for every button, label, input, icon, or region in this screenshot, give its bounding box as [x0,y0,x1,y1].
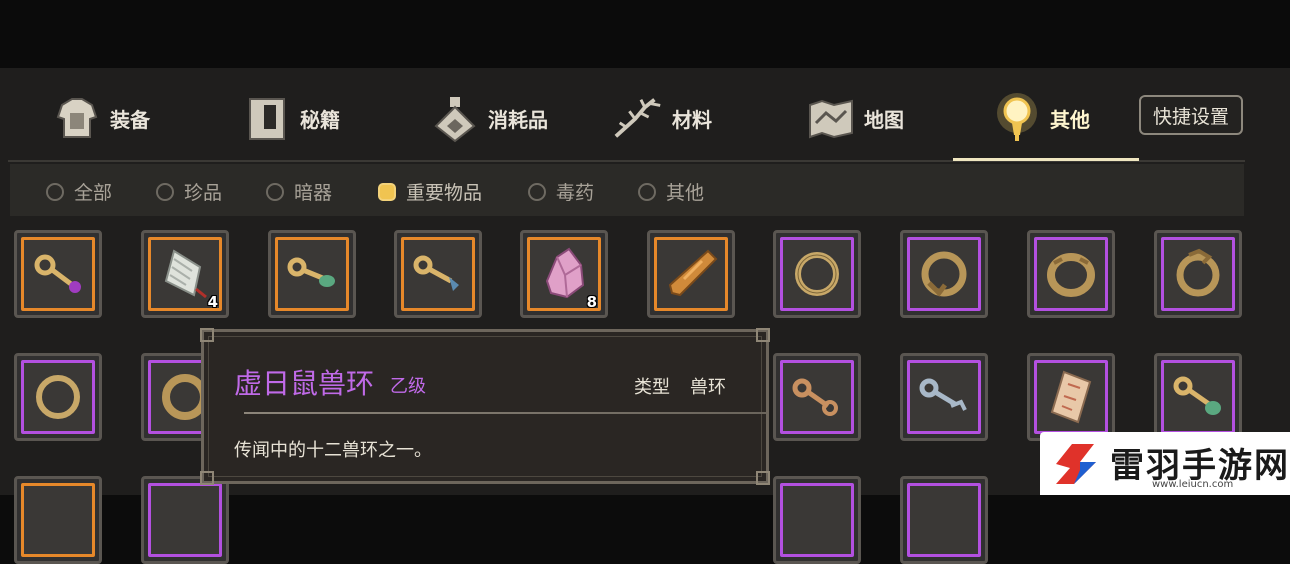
filter-bar: 全部 珍品 暗器 重要物品 毒药 其他 [10,164,1244,216]
key-purple-icon [34,254,81,293]
filter-important-items[interactable]: 重要物品 [378,178,482,205]
wooden-club-icon [668,249,718,297]
item-slot[interactable] [1027,353,1115,441]
item-slot[interactable] [268,230,356,318]
item-slot[interactable] [394,230,482,318]
tooltip-item-grade: 乙级 [390,376,426,397]
herb-icon [612,91,666,145]
item-slot[interactable] [773,230,861,318]
potion-icon [428,91,482,145]
radio-selected-icon [378,182,396,201]
tab-manuals[interactable]: 秘籍 [240,78,340,158]
radio-icon [266,182,284,201]
category-tabs: 装备 秘籍 消耗品 材料 地图 其他 [0,78,1290,160]
tooltip-description: 传闻中的十二兽环之一。 [234,440,432,461]
item-slot[interactable] [773,476,861,564]
ring-dragon-icon [1176,248,1220,297]
item-count: 4 [207,293,218,311]
key-green-icon [287,257,335,287]
item-tooltip: 虚日鼠兽环 乙级 类型 兽环 传闻中的十二兽环之一。 [200,328,770,485]
tooltip-item-name: 虚日鼠兽环 [234,367,375,400]
tab-materials[interactable]: 材料 [612,78,712,158]
filter-hidden-weapons[interactable]: 暗器 [266,178,332,205]
item-count: 8 [586,293,597,311]
tooltip-corner [200,328,214,342]
ring-rat-icon [921,251,967,297]
tab-equipment[interactable]: 装备 [50,78,150,158]
item-slot[interactable] [1154,353,1242,441]
item-slot[interactable] [1154,230,1242,318]
top-bar [0,0,1290,68]
item-slot[interactable] [647,230,735,318]
filter-label: 重要物品 [406,182,483,204]
item-slot[interactable] [900,230,988,318]
filter-treasure[interactable]: 珍品 [156,178,222,205]
armor-icon [50,91,104,145]
tab-label: 其他 [1050,107,1090,132]
filter-label: 珍品 [184,182,223,204]
item-slot[interactable] [14,476,102,564]
item-slot[interactable] [900,476,988,564]
item-slot[interactable] [1027,230,1115,318]
tab-label: 装备 [110,107,150,132]
filter-label: 暗器 [294,182,333,204]
item-slot[interactable] [773,353,861,441]
filter-poisons[interactable]: 毒药 [528,178,594,205]
tooltip-corner [756,328,770,342]
filter-label: 毒药 [556,182,595,204]
key-bronze-icon [792,378,838,416]
tooltip-divider [244,412,766,414]
item-slot[interactable]: 4 [141,230,229,318]
radio-icon [528,182,546,201]
filter-label: 全部 [74,182,113,204]
ring-plain-icon [795,252,839,296]
tab-label: 消耗品 [488,107,548,132]
item-slot[interactable]: 8 [520,230,608,318]
item-slot[interactable] [14,353,102,441]
watermark-url: www.leiucn.com [1152,479,1234,490]
map-icon [804,91,858,145]
tooltip-corner [200,471,214,485]
tab-other[interactable]: 其他 [990,78,1090,158]
radio-icon [46,182,64,201]
tooltip-corner [756,471,770,485]
key-silver-icon [919,378,967,411]
key-blue-icon [413,255,459,291]
filter-label: 其他 [666,182,705,204]
tooltip-type-label: 类型 [634,377,670,398]
tooltip-type-value: 兽环 [690,377,726,398]
radio-icon [638,182,656,201]
key-green-icon [1173,376,1221,415]
tab-label: 材料 [672,107,712,132]
item-slot[interactable] [14,230,102,318]
ring-ox-icon [1047,253,1095,297]
book-icon [240,91,294,145]
watermark-logo-icon [1056,444,1096,484]
active-tab-indicator [953,158,1139,161]
lamp-icon [990,91,1044,145]
filter-other[interactable]: 其他 [638,178,704,205]
quick-settings-button[interactable]: 快捷设置 [1139,95,1243,135]
pink-crystal-icon [545,247,585,299]
tab-maps[interactable]: 地图 [804,78,904,158]
filter-all[interactable]: 全部 [46,178,112,205]
radio-icon [156,182,174,201]
tab-label: 秘籍 [300,107,340,132]
paper-charm-icon [1050,370,1092,424]
item-slot[interactable] [900,353,988,441]
item-slot[interactable] [141,476,229,564]
jade-tablet-icon [164,249,207,299]
tab-consumables[interactable]: 消耗品 [428,78,548,158]
watermark: 雷羽手游网 www.leiucn.com [1040,432,1290,495]
ring-plain-icon [36,375,80,419]
tab-label: 地图 [864,107,904,132]
